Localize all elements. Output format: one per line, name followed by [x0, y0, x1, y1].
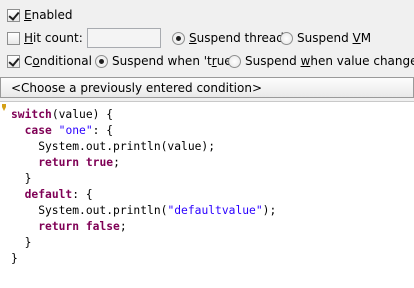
- code-line: switch(value) {: [11, 108, 114, 121]
- suspend-when-true-label: Suspend when 'true': [112, 54, 235, 68]
- suspend-thread-label: Suspend thread: [189, 31, 284, 45]
- quickfix-marker-icon: [2, 104, 6, 111]
- suspend-when-changes-label: Suspend when value changes: [245, 54, 414, 68]
- suspend-when-true-radio-row[interactable]: Suspend when 'true': [95, 50, 235, 72]
- condition-editor[interactable]: switch(value) { case "one": { System.out…: [0, 101, 414, 288]
- code-line: return false;: [38, 220, 127, 233]
- code-line: System.out.println(value);: [11, 140, 216, 153]
- suspend-thread-radio-row[interactable]: Suspend thread: [172, 27, 284, 49]
- hit-count-label: Hit count:: [24, 31, 83, 45]
- code-line: return true;: [38, 156, 120, 169]
- conditional-label: Conditional: [24, 54, 92, 68]
- suspend-thread-radio[interactable]: [172, 31, 185, 45]
- code-line: default: {: [24, 188, 93, 201]
- hit-count-input[interactable]: [87, 28, 161, 48]
- code-line: case "one": {: [24, 124, 114, 137]
- conditional-checkbox[interactable]: [7, 54, 20, 68]
- suspend-when-true-radio[interactable]: [95, 54, 108, 68]
- conditional-checkbox-row[interactable]: Conditional: [7, 50, 92, 72]
- code-line: System.out.println("defaultvalue");: [11, 204, 277, 217]
- suspend-vm-radio-row[interactable]: Suspend VM: [280, 27, 371, 49]
- hit-count-checkbox[interactable]: [7, 31, 20, 45]
- code-line: }: [11, 172, 32, 185]
- suspend-vm-label: Suspend VM: [297, 31, 372, 45]
- code-line: }: [11, 236, 32, 249]
- code-line: }: [11, 252, 18, 265]
- enabled-checkbox-row[interactable]: Enabled: [7, 4, 73, 26]
- condition-code[interactable]: switch(value) { case "one": { System.out…: [11, 107, 276, 267]
- suspend-when-changes-radio[interactable]: [228, 54, 241, 68]
- suspend-vm-radio[interactable]: [280, 31, 293, 45]
- suspend-when-changes-radio-row[interactable]: Suspend when value changes: [228, 50, 414, 72]
- hit-count-checkbox-row[interactable]: Hit count:: [7, 27, 83, 49]
- condition-history-combo-text: <Choose a previously entered condition>: [11, 80, 262, 95]
- enabled-checkbox[interactable]: [7, 8, 20, 22]
- condition-history-combo[interactable]: <Choose a previously entered condition>: [0, 77, 414, 98]
- enabled-label: Enabled: [24, 8, 73, 22]
